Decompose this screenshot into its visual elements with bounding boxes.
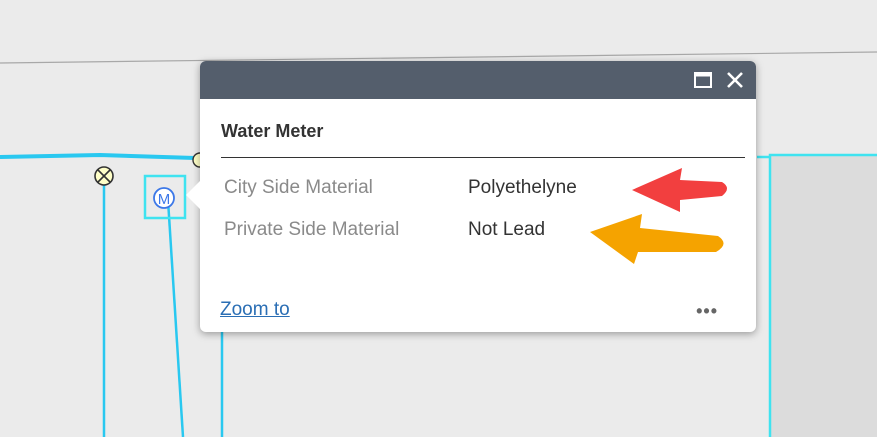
maximize-icon[interactable] <box>692 69 714 91</box>
meter-symbol-letter: M <box>158 191 171 208</box>
close-icon[interactable] <box>724 69 746 91</box>
more-actions-button[interactable]: ••• <box>696 301 718 322</box>
popup-header <box>200 61 756 99</box>
popup-pointer <box>186 181 200 209</box>
water-main-line <box>0 152 196 160</box>
attribute-value: Polyethelyne <box>468 177 577 198</box>
attribute-value: Not Lead <box>468 219 546 240</box>
feature-popup: Water Meter City Side Material Polyethel… <box>186 61 756 332</box>
water-meter-symbol[interactable]: M <box>153 187 175 209</box>
service-line <box>166 199 185 437</box>
parcel-polygon <box>768 153 877 437</box>
attribute-label: City Side Material <box>224 177 373 198</box>
popup-title: Water Meter <box>221 121 324 141</box>
attribute-label: Private Side Material <box>224 219 400 240</box>
zoom-to-link[interactable]: Zoom to <box>220 299 290 321</box>
valve-icon[interactable] <box>94 166 114 186</box>
title-divider <box>221 157 745 158</box>
